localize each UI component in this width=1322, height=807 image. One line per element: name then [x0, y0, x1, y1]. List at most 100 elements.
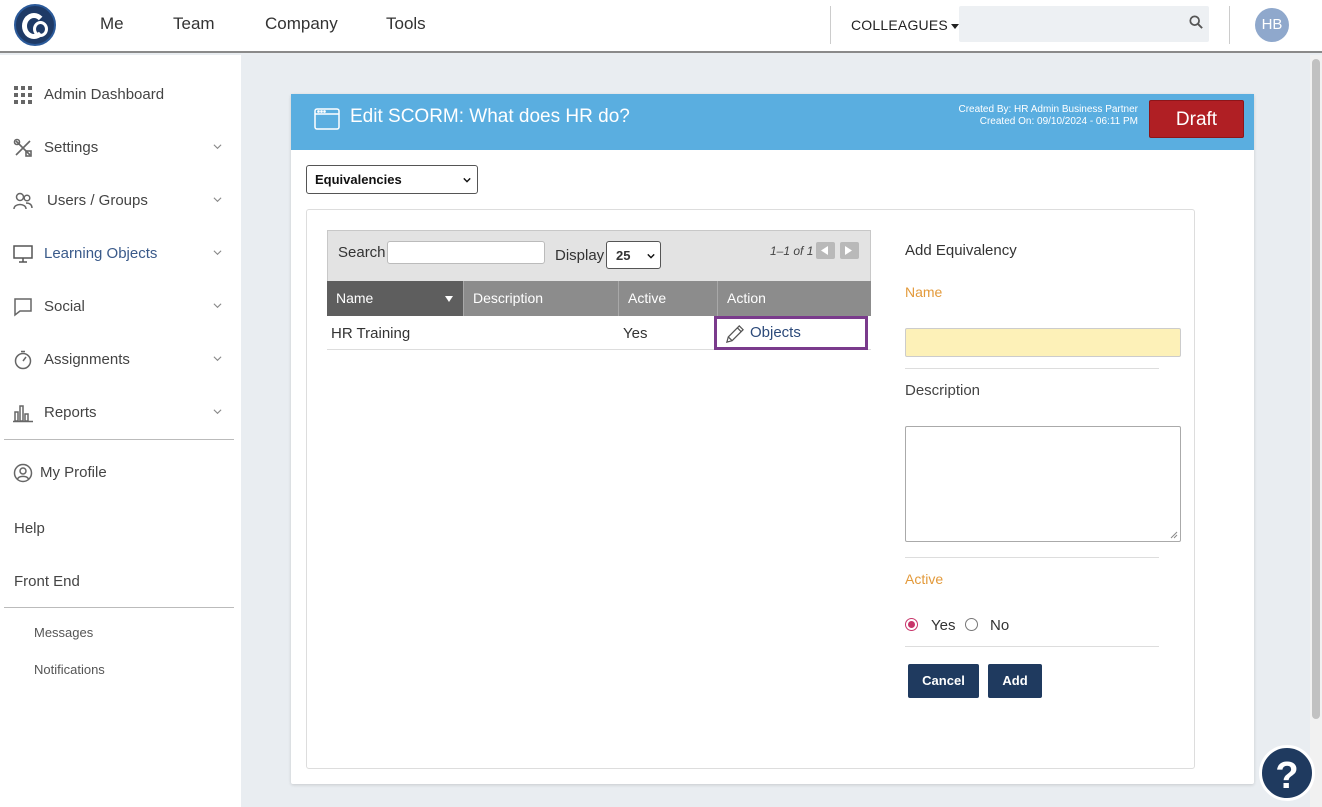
sort-desc-icon — [445, 296, 453, 302]
colleagues-dropdown[interactable]: COLLEAGUES — [851, 17, 959, 33]
triangle-right-icon — [845, 246, 852, 255]
active-no-label: No — [990, 617, 1010, 634]
stopwatch-icon — [14, 350, 32, 370]
row-name: HR Training — [331, 325, 411, 342]
active-label: Active — [905, 571, 944, 587]
sidebar-divider — [4, 439, 234, 440]
pager-text: 1–1 of 1 — [770, 244, 814, 258]
name-label: Name — [905, 284, 943, 300]
table-row: HR Training Yes Objects — [327, 316, 871, 350]
chevron-down-icon — [213, 303, 222, 309]
active-no-radio[interactable] — [965, 618, 978, 631]
grid-header: Name Description Active Action — [327, 281, 871, 316]
page-title: Edit SCORM: What does HR do? — [350, 106, 630, 127]
colleagues-label: COLLEAGUES — [851, 17, 948, 33]
sidebar-item-notifications[interactable]: Notifications — [34, 662, 105, 677]
grid-toolbar: Search Display 25 1–1 of 1 — [327, 230, 871, 282]
sidebar-item-reports[interactable]: Reports — [0, 393, 241, 433]
global-search-input[interactable] — [959, 6, 1209, 42]
add-button[interactable]: Add — [988, 664, 1042, 698]
sidebar-item-label: Settings — [44, 139, 99, 156]
company-logo[interactable] — [14, 4, 56, 46]
bar-chart-icon — [13, 405, 33, 423]
nav-me[interactable]: Me — [100, 14, 124, 34]
sidebar-item-users-groups[interactable]: Users / Groups — [0, 181, 241, 221]
card-header: Edit SCORM: What does HR do? Created By:… — [291, 94, 1254, 150]
column-header-action: Action — [718, 281, 871, 316]
add-equivalency-title: Add Equivalency — [905, 242, 1017, 259]
display-label: Display — [555, 247, 605, 264]
sidebar-item-label: Users / Groups — [47, 192, 148, 209]
chevron-down-icon — [213, 144, 222, 150]
column-header-active[interactable]: Active — [619, 281, 718, 316]
form-divider — [905, 646, 1159, 647]
nav-team[interactable]: Team — [173, 14, 215, 34]
pencil-icon — [725, 325, 744, 344]
created-info: Created By: HR Admin Business Partner Cr… — [958, 104, 1138, 128]
grid-icon — [14, 86, 32, 104]
chevron-down-icon — [213, 250, 222, 256]
description-label: Description — [905, 382, 981, 399]
chevron-down-icon — [213, 356, 222, 362]
created-on: Created On: 09/10/2024 - 06:11 PM — [979, 116, 1138, 127]
logo-o-shape — [33, 21, 48, 37]
column-header-label: Action — [727, 290, 766, 306]
user-avatar[interactable]: HB — [1255, 8, 1289, 42]
status-draft-button[interactable]: Draft — [1149, 100, 1244, 138]
scrollbar-thumb[interactable] — [1312, 59, 1320, 719]
sidebar-item-label: Admin Dashboard — [44, 86, 165, 103]
caret-down-icon — [950, 23, 959, 29]
triangle-left-icon — [821, 246, 828, 255]
chevron-down-icon — [213, 197, 222, 203]
objects-action-link[interactable]: Objects — [714, 316, 868, 350]
sidebar-item-label: Assignments — [44, 351, 130, 368]
nav-divider — [830, 6, 831, 44]
sidebar-item-assignments[interactable]: Assignments — [0, 340, 241, 380]
page-scrollbar[interactable] — [1310, 55, 1322, 807]
next-page-button[interactable] — [840, 242, 859, 259]
sidebar-item-label: Reports — [44, 404, 97, 421]
section-select-value: Equivalencies — [315, 172, 402, 187]
sidebar-divider-2 — [4, 607, 234, 608]
active-yes-radio[interactable] — [905, 618, 918, 631]
chat-icon — [14, 298, 32, 317]
sidebar-item-label: Social — [44, 298, 85, 315]
column-header-label: Name — [336, 290, 374, 306]
resize-grip-icon[interactable] — [1170, 531, 1178, 539]
sidebar-item-my-profile[interactable]: My Profile — [0, 453, 241, 493]
form-divider — [905, 368, 1159, 369]
search-icon[interactable] — [1189, 15, 1203, 29]
sidebar-item-settings[interactable]: Settings — [0, 128, 241, 168]
column-header-label: Description — [473, 290, 544, 306]
sidebar-item-help[interactable]: Help — [14, 520, 45, 537]
chevron-down-icon — [213, 409, 222, 415]
column-header-name[interactable]: Name — [327, 281, 464, 316]
sidebar-item-label: Learning Objects — [44, 245, 158, 262]
section-select[interactable]: Equivalencies — [306, 165, 478, 194]
nav-divider-2 — [1229, 6, 1230, 44]
sidebar-item-admin-dashboard[interactable]: Admin Dashboard — [0, 75, 241, 115]
monitor-icon — [13, 245, 33, 263]
nav-tools[interactable]: Tools — [386, 14, 426, 34]
sidebar-item-front-end[interactable]: Front End — [14, 573, 80, 590]
prev-page-button[interactable] — [816, 242, 835, 259]
display-count-value: 25 — [616, 248, 631, 263]
window-icon — [314, 108, 340, 130]
equivalency-name-input[interactable] — [905, 328, 1181, 357]
chevron-down-icon — [463, 177, 471, 183]
objects-link-label: Objects — [750, 324, 801, 341]
sidebar-item-social[interactable]: Social — [0, 287, 241, 327]
sidebar-item-learning-objects[interactable]: Learning Objects — [0, 234, 241, 274]
column-header-description[interactable]: Description — [464, 281, 619, 316]
form-divider — [905, 557, 1159, 558]
sidebar-item-messages[interactable]: Messages — [34, 625, 93, 640]
tools-icon — [13, 138, 32, 157]
help-bubble-button[interactable]: ? — [1259, 745, 1315, 801]
top-navbar: Me Team Company Tools COLLEAGUES HB — [0, 0, 1322, 53]
equivalency-description-textarea[interactable] — [905, 426, 1181, 542]
display-count-select[interactable]: 25 — [606, 241, 661, 269]
cancel-button[interactable]: Cancel — [908, 664, 979, 698]
grid-search-label: Search — [338, 244, 386, 261]
grid-search-input[interactable] — [387, 241, 545, 264]
nav-company[interactable]: Company — [265, 14, 338, 34]
